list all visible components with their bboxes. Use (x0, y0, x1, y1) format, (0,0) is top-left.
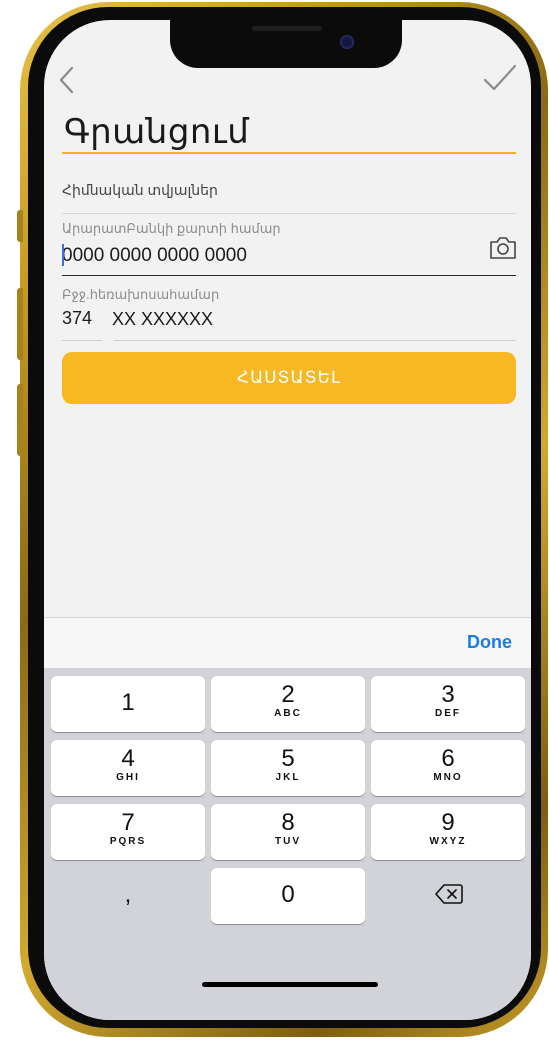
phone-country-code[interactable]: 374 (62, 308, 92, 329)
key-digit: 1 (121, 689, 135, 716)
key-letters: WXYZ (429, 836, 467, 847)
section-label: Հիմնական տվյալներ (62, 182, 218, 198)
notch (170, 20, 402, 68)
speaker-grille (252, 26, 322, 31)
key-digit: 9 (441, 809, 455, 836)
key-5[interactable]: 5 JKL (211, 740, 365, 796)
key-4[interactable]: 4 GHI (51, 740, 205, 796)
title-underline (62, 152, 516, 154)
key-comma[interactable]: , (51, 868, 205, 924)
key-0[interactable]: 0 (211, 868, 365, 924)
number-keypad: 1 2 ABC 3 DEF 4 GHI 5 JKL 6 MNO 7 PQRS 8… (44, 668, 531, 1020)
phone-number-label: Բջջ.հեռախոսահամար (62, 287, 220, 302)
backspace-icon (435, 884, 463, 904)
phone-code-underline (62, 340, 102, 341)
key-letters: TUV (275, 836, 301, 847)
key-digit: 4 (121, 745, 135, 772)
card-number-field[interactable] (62, 242, 472, 270)
key-7[interactable]: 7 PQRS (51, 804, 205, 860)
key-8[interactable]: 8 TUV (211, 804, 365, 860)
key-digit: 0 (281, 881, 295, 908)
volume-up-button (17, 288, 23, 360)
card-number-underline (62, 275, 516, 276)
key-letters: PQRS (109, 836, 147, 847)
key-digit: 7 (121, 809, 135, 836)
camera-icon[interactable] (488, 235, 518, 261)
key-letters: DEF (435, 708, 461, 719)
key-letters: MNO (433, 772, 463, 783)
keyboard-toolbar: Done (44, 617, 531, 668)
screen: Գրանցում Հիմնական տվյալներ ԱրարատԲանկի ք… (44, 20, 531, 1020)
confirm-button[interactable]: ՀԱՍՏԱՏԵԼ (62, 352, 516, 404)
key-digit: 3 (441, 681, 455, 708)
key-digit: 6 (441, 745, 455, 772)
key-digit: , (124, 881, 132, 908)
volume-down-button (17, 384, 23, 456)
key-digit: 8 (281, 809, 295, 836)
text-cursor (62, 244, 64, 266)
key-2[interactable]: 2 ABC (211, 676, 365, 732)
phone-number-field[interactable] (112, 306, 412, 332)
home-indicator[interactable] (202, 982, 378, 987)
done-button[interactable]: Done (467, 632, 512, 653)
key-3[interactable]: 3 DEF (371, 676, 525, 732)
phone-number-underline (114, 340, 516, 341)
key-digit: 5 (281, 745, 295, 772)
chevron-left-icon[interactable] (52, 62, 82, 98)
key-letters: GHI (116, 772, 140, 783)
checkmark-icon[interactable] (480, 58, 520, 98)
front-camera (340, 35, 354, 49)
section-divider (62, 213, 516, 214)
side-button (17, 210, 23, 242)
key-delete[interactable] (371, 868, 525, 924)
key-9[interactable]: 9 WXYZ (371, 804, 525, 860)
key-1[interactable]: 1 (51, 676, 205, 732)
key-letters: JKL (275, 772, 301, 783)
key-6[interactable]: 6 MNO (371, 740, 525, 796)
key-digit: 2 (281, 681, 295, 708)
page-title: Գրանցում (64, 113, 250, 151)
card-number-label: ԱրարատԲանկի քարտի համար (62, 221, 281, 236)
key-letters: ABC (274, 708, 302, 719)
